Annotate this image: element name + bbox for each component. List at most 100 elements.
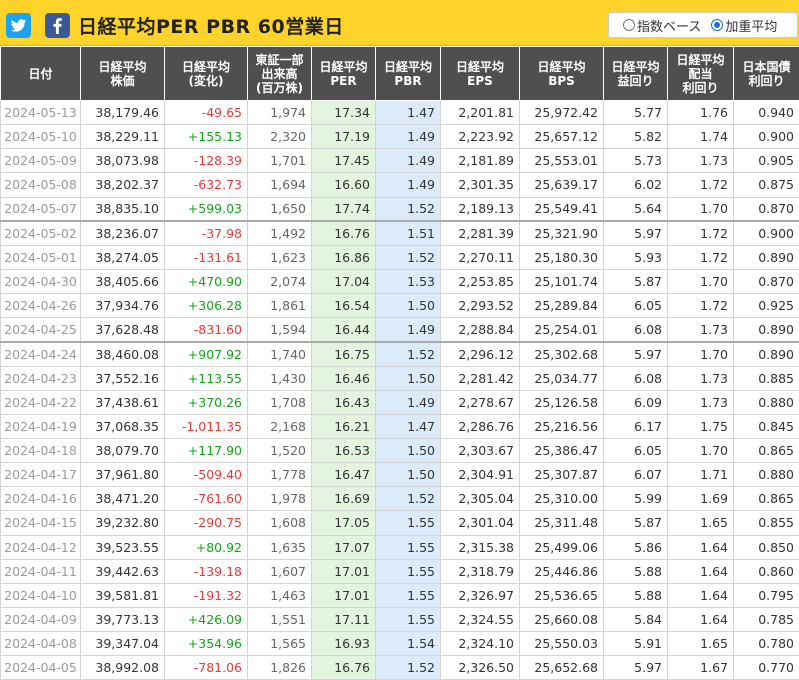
table-row: 2024-05-01 38,274.05 -131.61 1,623 16.86 1.52… xyxy=(0,244,799,270)
cell-bps: 25,101.74 xyxy=(519,268,604,295)
cell-eps: 2,293.52 xyxy=(440,293,520,319)
cell-earnings-yield: 5.86 xyxy=(603,534,668,560)
cell-bps: 25,126.58 xyxy=(519,389,604,415)
table-row: 2024-04-18 38,079.70 +117.90 1,520 16.53 1.50… xyxy=(0,437,799,464)
cell-price: 38,835.10 xyxy=(80,196,165,223)
cell-jgb-yield: 0.900 xyxy=(733,124,799,150)
radio-index-based[interactable]: 指数ベース xyxy=(623,16,701,35)
cell-eps: 2,315.38 xyxy=(440,534,520,560)
table-row: 2024-04-24 38,460.08 +907.92 1,740 16.75 1.52… xyxy=(0,341,799,367)
cell-pbr: 1.52 xyxy=(375,196,441,223)
cell-date: 2024-04-16 xyxy=(0,486,81,512)
cell-price: 37,628.48 xyxy=(80,317,165,343)
cell-pbr: 1.47 xyxy=(375,413,441,439)
cell-change: -191.32 xyxy=(164,582,248,608)
cell-dividend-yield: 1.64 xyxy=(667,606,734,633)
cell-eps: 2,281.42 xyxy=(440,365,520,391)
cell-volume: 1,492 xyxy=(247,220,312,246)
cell-volume: 1,650 xyxy=(247,196,312,223)
cell-per: 16.75 xyxy=(311,341,376,367)
cell-dividend-yield: 1.64 xyxy=(667,558,734,584)
facebook-share-button[interactable] xyxy=(45,13,70,38)
cell-date: 2024-04-08 xyxy=(0,631,81,657)
cell-dividend-yield: 1.70 xyxy=(667,196,734,223)
cell-earnings-yield: 6.07 xyxy=(603,462,668,488)
cell-eps: 2,281.39 xyxy=(440,220,520,246)
cell-pbr: 1.54 xyxy=(375,631,441,657)
cell-change: -761.60 xyxy=(164,486,248,512)
cell-jgb-yield: 0.875 xyxy=(733,172,799,198)
cell-pbr: 1.49 xyxy=(375,148,441,174)
cell-dividend-yield: 1.72 xyxy=(667,172,734,198)
cell-bps: 25,639.17 xyxy=(519,172,604,198)
cell-jgb-yield: 0.845 xyxy=(733,413,799,439)
cell-volume: 1,708 xyxy=(247,389,312,415)
column-header-bps: 日経平均 BPS xyxy=(519,46,604,101)
facebook-icon xyxy=(53,18,62,34)
cell-pbr: 1.52 xyxy=(375,486,441,512)
cell-dividend-yield: 1.70 xyxy=(667,341,734,367)
cell-earnings-yield: 6.17 xyxy=(603,413,668,439)
cell-price: 37,068.35 xyxy=(80,413,165,439)
column-header-per: 日経平均 PER xyxy=(311,46,376,101)
table-row: 2024-04-08 39,347.04 +354.96 1,565 16.93 1.54… xyxy=(0,631,799,657)
cell-volume: 1,463 xyxy=(247,582,312,608)
cell-per: 16.76 xyxy=(311,655,376,680)
cell-volume: 1,694 xyxy=(247,172,312,198)
cell-per: 16.60 xyxy=(311,172,376,198)
radio-weighted-average[interactable]: 加重平均 xyxy=(711,16,777,35)
cell-per: 16.47 xyxy=(311,462,376,488)
cell-jgb-yield: 0.780 xyxy=(733,631,799,657)
table-row: 2024-05-10 38,229.11 +155.13 2,320 17.19 1.49… xyxy=(0,124,799,150)
cell-price: 39,347.04 xyxy=(80,631,165,657)
cell-change: +155.13 xyxy=(164,124,248,150)
cell-earnings-yield: 6.05 xyxy=(603,293,668,319)
cell-volume: 1,551 xyxy=(247,606,312,633)
column-header-date: 日付 xyxy=(0,46,81,101)
cell-price: 38,236.07 xyxy=(80,220,165,246)
cell-dividend-yield: 1.70 xyxy=(667,437,734,464)
cell-change: -49.65 xyxy=(164,99,248,126)
cell-volume: 2,074 xyxy=(247,268,312,295)
cell-date: 2024-04-15 xyxy=(0,510,81,536)
cell-jgb-yield: 0.900 xyxy=(733,220,799,246)
cell-bps: 25,307.87 xyxy=(519,462,604,488)
cell-jgb-yield: 0.795 xyxy=(733,582,799,608)
cell-eps: 2,301.35 xyxy=(440,172,520,198)
cell-bps: 25,180.30 xyxy=(519,244,604,270)
cell-per: 17.01 xyxy=(311,558,376,584)
table-row: 2024-04-10 39,581.81 -191.32 1,463 17.01 1.55… xyxy=(0,582,799,608)
cell-eps: 2,201.81 xyxy=(440,99,520,126)
cell-jgb-yield: 0.860 xyxy=(733,558,799,584)
cell-date: 2024-05-08 xyxy=(0,172,81,198)
table-row: 2024-04-11 39,442.63 -139.18 1,607 17.01 1.55… xyxy=(0,558,799,584)
cell-dividend-yield: 1.76 xyxy=(667,99,734,126)
radio-index-based-button[interactable] xyxy=(623,19,635,31)
twitter-share-button[interactable] xyxy=(6,13,31,38)
cell-dividend-yield: 1.69 xyxy=(667,486,734,512)
cell-volume: 1,861 xyxy=(247,293,312,319)
cell-volume: 1,778 xyxy=(247,462,312,488)
cell-date: 2024-04-22 xyxy=(0,389,81,415)
cell-bps: 25,549.41 xyxy=(519,196,604,223)
cell-dividend-yield: 1.70 xyxy=(667,268,734,295)
cell-dividend-yield: 1.75 xyxy=(667,413,734,439)
table-row: 2024-04-05 38,992.08 -781.06 1,826 16.76 1.52… xyxy=(0,655,799,680)
cell-date: 2024-04-30 xyxy=(0,268,81,295)
cell-per: 16.46 xyxy=(311,365,376,391)
cell-change: +80.92 xyxy=(164,534,248,560)
radio-weighted-average-button[interactable] xyxy=(711,19,724,31)
cell-volume: 1,635 xyxy=(247,534,312,560)
cell-pbr: 1.49 xyxy=(375,124,441,150)
cell-jgb-yield: 0.770 xyxy=(733,655,799,680)
table-row: 2024-05-13 38,179.46 -49.65 1,974 17.34 1.47 2… xyxy=(0,99,799,126)
cell-per: 17.34 xyxy=(311,99,376,126)
cell-volume: 1,978 xyxy=(247,486,312,512)
table-row: 2024-04-22 37,438.61 +370.26 1,708 16.43 1.49… xyxy=(0,389,799,415)
cell-dividend-yield: 1.73 xyxy=(667,148,734,174)
cell-change: -509.40 xyxy=(164,462,248,488)
cell-pbr: 1.55 xyxy=(375,558,441,584)
cell-earnings-yield: 5.73 xyxy=(603,148,668,174)
cell-pbr: 1.53 xyxy=(375,268,441,295)
cell-earnings-yield: 5.97 xyxy=(603,655,668,680)
